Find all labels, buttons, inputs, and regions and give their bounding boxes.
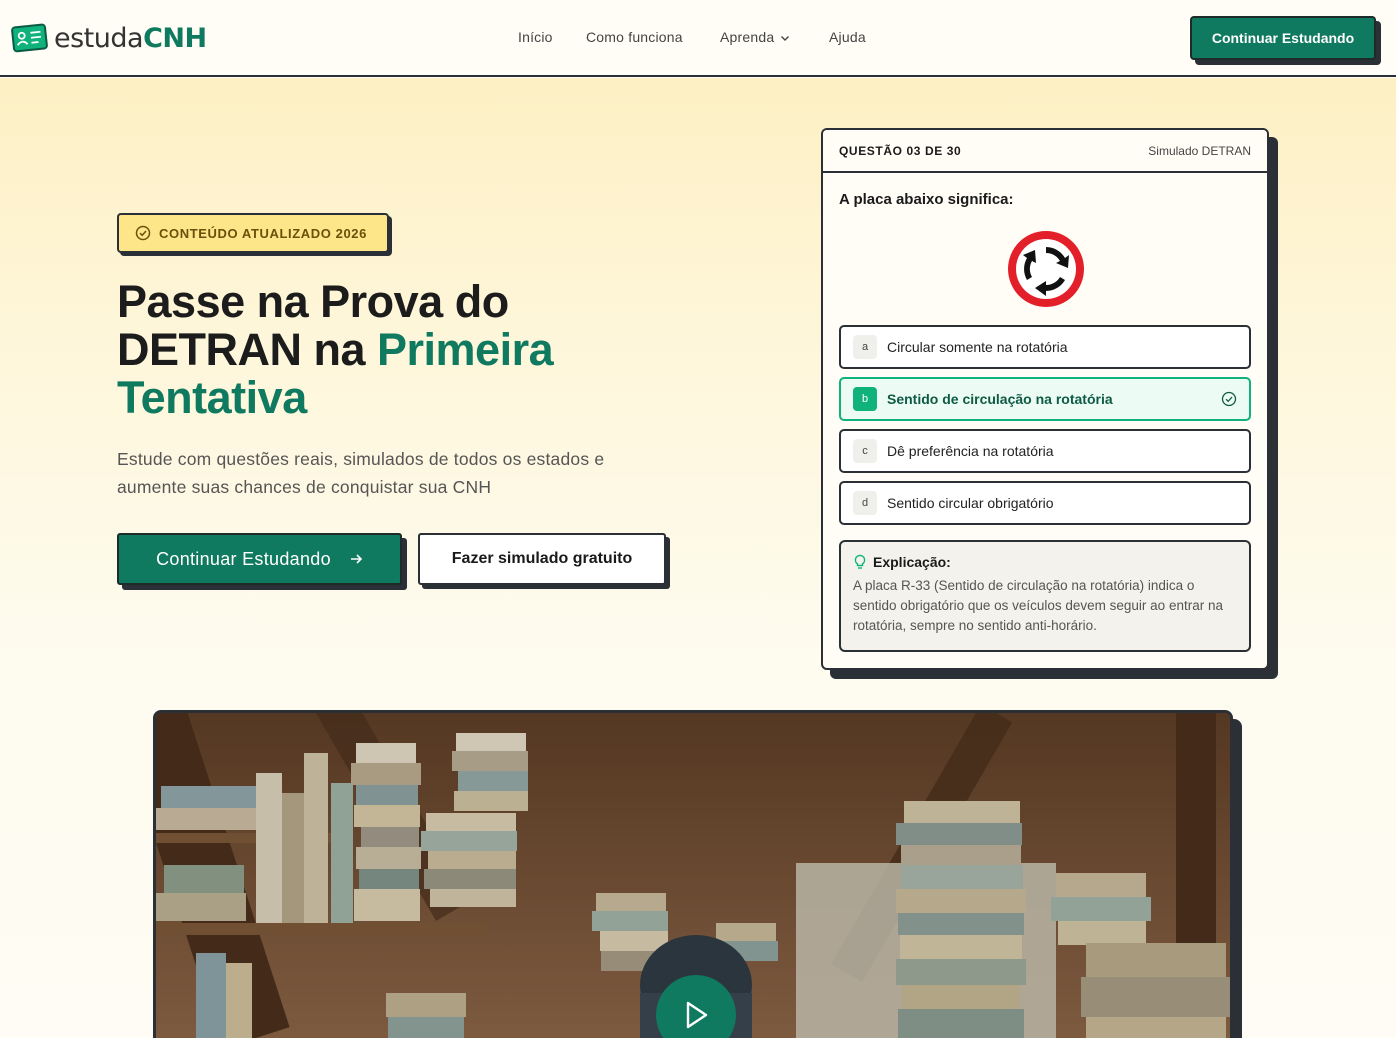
free-simulation-button[interactable]: Fazer simulado gratuito [418,533,666,585]
main-nav: Início Como funciona Aprenda Ajuda [0,29,1396,49]
headline-line1: Passe na Prova do [117,276,509,327]
explanation-title: Explicação: [853,554,1237,570]
site-header: estudaCNH Início Como funciona Aprenda A… [0,0,1396,77]
option-text: Sentido de circulação na rotatória [887,391,1113,407]
option-letter: d [853,491,877,515]
explanation-text: A placa R-33 (Sentido de circulação na r… [853,578,1223,633]
check-circle-icon [1221,391,1237,407]
answer-option-a[interactable]: a Circular somente na rotatória [839,325,1251,369]
quiz-mode: Simulado DETRAN [1148,144,1251,158]
headline-line2: DETRAN na [117,324,378,375]
question-counter: QUESTÃO 03 DE 30 [839,144,962,158]
hero-subtext: Estude com questões reais, simulados de … [117,449,605,497]
option-letter: a [853,335,877,359]
roundabout-sign-icon [1008,231,1084,307]
play-icon [686,1001,708,1029]
arrow-right-icon [350,554,363,564]
explanation-box: Explicação: A placa R-33 (Sentido de cir… [839,540,1251,652]
explanation-title-text: Explicação: [873,554,951,570]
continue-studying-label: Continuar Estudando [156,548,331,569]
answer-option-d[interactable]: d Sentido circular obrigatório [839,481,1251,525]
check-circle-icon [135,225,151,241]
intro-video[interactable] [153,710,1233,1038]
option-letter: c [853,439,877,463]
nav-item-como-funciona[interactable]: Como funciona [586,29,683,45]
option-text: Sentido circular obrigatório [887,495,1054,511]
answer-option-c[interactable]: c Dê preferência na rotatória [839,429,1251,473]
headline-accent-1: Primeira [377,324,554,375]
nav-item-inicio[interactable]: Início [518,29,553,45]
option-letter: b [853,387,877,411]
option-text: Dê preferência na rotatória [887,443,1054,459]
chevron-down-icon [781,36,790,42]
quiz-card: QUESTÃO 03 DE 30 Simulado DETRAN A placa… [821,128,1269,670]
nav-item-aprenda[interactable]: Aprenda [720,29,790,45]
answer-option-b[interactable]: b Sentido de circulação na rotatória [839,377,1251,421]
header-continue-button[interactable]: Continuar Estudando [1190,16,1376,60]
updated-content-badge: CONTEÚDO ATUALIZADO 2026 [117,213,389,253]
hero-headline: Passe na Prova do DETRAN na Primeira Ten… [117,278,677,422]
continue-studying-button[interactable]: Continuar Estudando [117,533,402,585]
option-text: Circular somente na rotatória [887,339,1068,355]
nav-item-ajuda[interactable]: Ajuda [829,29,866,45]
headline-accent-2: Tentativa [117,372,307,423]
badge-label: CONTEÚDO ATUALIZADO 2026 [159,225,367,241]
question-text: A placa abaixo significa: [839,191,1014,208]
lightbulb-icon [854,554,866,569]
quiz-card-header: QUESTÃO 03 DE 30 Simulado DETRAN [823,130,1267,173]
nav-item-aprenda-label: Aprenda [720,29,775,45]
